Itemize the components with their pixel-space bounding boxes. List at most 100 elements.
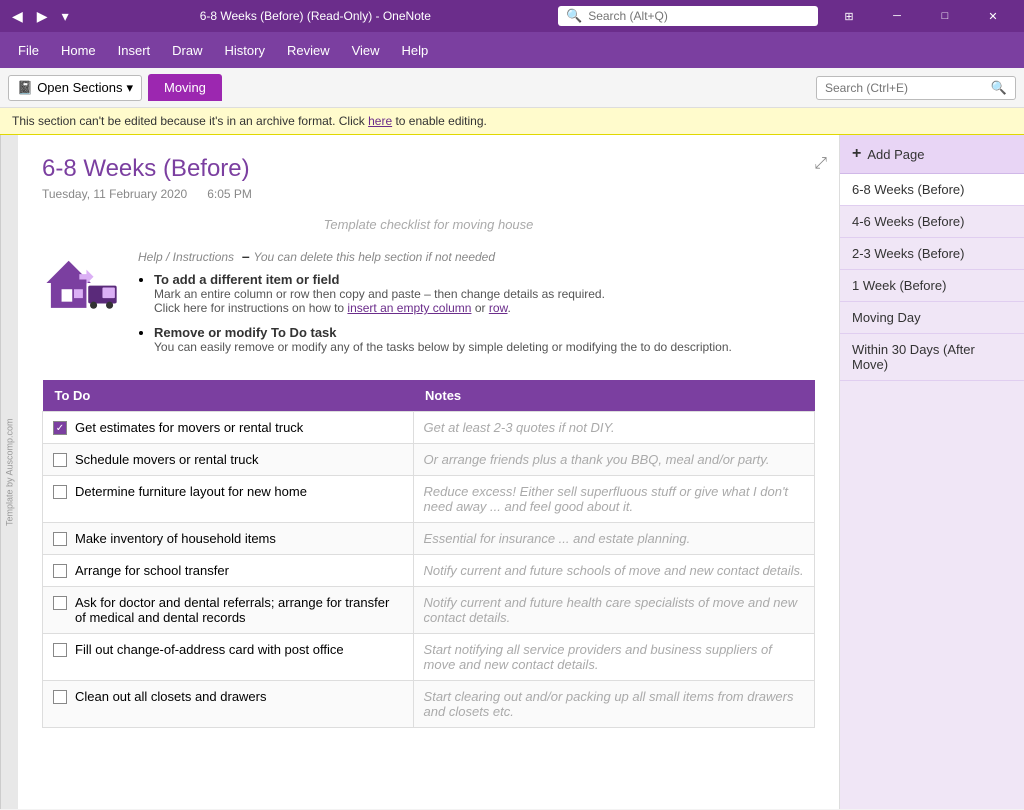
menu-view[interactable]: View	[342, 39, 390, 62]
menu-home[interactable]: Home	[51, 39, 106, 62]
task-cell-1: Schedule movers or rental truck	[43, 444, 414, 476]
task-checkbox-3[interactable]	[53, 532, 67, 546]
page-subtitle: Template checklist for moving house	[42, 217, 815, 232]
menu-file[interactable]: File	[8, 39, 49, 62]
add-page-button[interactable]: + Add Page	[840, 135, 1024, 174]
table-row: Clean out all closets and drawers Start c…	[43, 681, 815, 728]
task-text-2: Determine furniture layout for new home	[75, 484, 307, 499]
insert-column-link[interactable]: insert an empty column	[347, 301, 471, 315]
page-item-5[interactable]: Within 30 Days (After Move)	[840, 334, 1024, 381]
task-text-7: Clean out all closets and drawers	[75, 689, 267, 704]
table-body: ✓ Get estimates for movers or rental truc…	[43, 412, 815, 728]
archive-text-before: This section can't be edited because it'…	[12, 114, 368, 128]
menu-help[interactable]: Help	[392, 39, 439, 62]
open-sections-label: Open Sections	[37, 80, 122, 95]
title-bar-controls: ◀ ▶ ▾	[8, 4, 73, 29]
menu-review[interactable]: Review	[277, 39, 340, 62]
help-subtitle-text: You can delete this help section if not …	[254, 250, 496, 264]
content-area: ⤢ 6-8 Weeks (Before) Tuesday, 11 Februar…	[18, 135, 839, 809]
task-checkbox-7[interactable]	[53, 690, 67, 704]
page-item-4[interactable]: Moving Day	[840, 302, 1024, 334]
toolbar-search[interactable]: 🔍	[816, 76, 1016, 100]
menu-bar: File Home Insert Draw History Review Vie…	[0, 32, 1024, 68]
task-checkbox-0[interactable]: ✓	[53, 421, 67, 435]
search-icon: 🔍	[991, 80, 1007, 96]
help-item-1-desc: Mark an entire column or row then copy a…	[154, 287, 815, 315]
help-section: Help / Instructions – You can delete thi…	[138, 248, 815, 364]
page-item-1[interactable]: 4-6 Weeks (Before)	[840, 206, 1024, 238]
note-cell-2: Reduce excess! Either sell superfluous s…	[413, 476, 814, 523]
menu-history[interactable]: History	[215, 39, 275, 62]
table-row: Fill out change-of-address card with pos…	[43, 634, 815, 681]
task-checkbox-1[interactable]	[53, 453, 67, 467]
page-time-text: 6:05 PM	[207, 187, 252, 201]
page-date: Tuesday, 11 February 2020 6:05 PM	[42, 187, 815, 201]
table-header-row: To Do Notes	[43, 380, 815, 412]
task-checkbox-6[interactable]	[53, 643, 67, 657]
table-row: ✓ Get estimates for movers or rental truc…	[43, 412, 815, 444]
help-item-2: Remove or modify To Do task You can easi…	[154, 325, 815, 354]
help-item-2-title: Remove or modify To Do task	[154, 325, 815, 340]
search-icon: 🔍	[566, 8, 582, 24]
dropdown-icon: ▾	[126, 80, 133, 96]
task-cell-3: Make inventory of household items	[43, 523, 414, 555]
open-sections-button[interactable]: 📓 Open Sections ▾	[8, 75, 142, 101]
note-cell-6: Start notifying all service providers an…	[413, 634, 814, 681]
archive-link[interactable]: here	[368, 114, 392, 128]
task-checkbox-4[interactable]	[53, 564, 67, 578]
note-cell-7: Start clearing out and/or packing up all…	[413, 681, 814, 728]
tablet-mode-btn[interactable]: ⊞	[826, 0, 872, 32]
maximize-btn[interactable]: □	[922, 0, 968, 32]
task-text-3: Make inventory of household items	[75, 531, 276, 546]
page-item-3[interactable]: 1 Week (Before)	[840, 270, 1024, 302]
help-title-text: Help / Instructions	[138, 250, 234, 264]
page-item-0[interactable]: 6-8 Weeks (Before)	[840, 174, 1024, 206]
menu-insert[interactable]: Insert	[108, 39, 161, 62]
back-icon[interactable]: ◀	[8, 4, 27, 29]
title-search[interactable]: 🔍	[558, 6, 818, 26]
page-item-2[interactable]: 2-3 Weeks (Before)	[840, 238, 1024, 270]
task-text-0: Get estimates for movers or rental truck	[75, 420, 303, 435]
table-row: Determine furniture layout for new home R…	[43, 476, 815, 523]
todo-table: To Do Notes ✓ Get estimates for movers or…	[42, 380, 815, 728]
table-row: Schedule movers or rental truck Or arrang…	[43, 444, 815, 476]
col-notes: Notes	[413, 380, 814, 412]
archive-text-after: to enable editing.	[392, 114, 487, 128]
close-btn[interactable]: ✕	[970, 0, 1016, 32]
add-page-label: Add Page	[867, 147, 924, 162]
house-truck-icon	[42, 248, 122, 318]
help-list: To add a different item or field Mark an…	[154, 272, 815, 354]
task-text-4: Arrange for school transfer	[75, 563, 229, 578]
main-layout: Template by Auscomp.com ⤢ 6-8 Weeks (Bef…	[0, 135, 1024, 809]
insert-row-link[interactable]: row	[489, 301, 508, 315]
task-cell-5: Ask for doctor and dental referrals; arr…	[43, 587, 414, 634]
toolbar-search-input[interactable]	[825, 81, 987, 95]
task-checkbox-5[interactable]	[53, 596, 67, 610]
note-cell-1: Or arrange friends plus a thank you BBQ,…	[413, 444, 814, 476]
help-title: Help / Instructions – You can delete thi…	[138, 248, 815, 264]
expand-button[interactable]: ⤢	[814, 155, 827, 173]
watermark: Template by Auscomp.com	[0, 135, 18, 809]
forward-icon[interactable]: ▶	[33, 4, 52, 29]
right-panel: + Add Page 6-8 Weeks (Before)4-6 Weeks (…	[839, 135, 1024, 809]
minimize-btn[interactable]: ─	[874, 0, 920, 32]
help-item-1: To add a different item or field Mark an…	[154, 272, 815, 315]
note-cell-4: Notify current and future schools of mov…	[413, 555, 814, 587]
page-list: 6-8 Weeks (Before)4-6 Weeks (Before)2-3 …	[840, 174, 1024, 809]
section-tab-moving[interactable]: Moving	[148, 74, 222, 101]
more-icon[interactable]: ▾	[58, 4, 73, 29]
task-text-1: Schedule movers or rental truck	[75, 452, 259, 467]
house-icon-area: Help / Instructions – You can delete thi…	[42, 248, 815, 364]
task-text-6: Fill out change-of-address card with pos…	[75, 642, 344, 657]
plus-icon: +	[852, 145, 861, 163]
task-cell-6: Fill out change-of-address card with pos…	[43, 634, 414, 681]
archive-notice: This section can't be edited because it'…	[0, 108, 1024, 135]
task-cell-7: Clean out all closets and drawers	[43, 681, 414, 728]
notebook-icon: 📓	[17, 80, 33, 96]
table-row: Arrange for school transfer Notify curren…	[43, 555, 815, 587]
note-cell-0: Get at least 2-3 quotes if not DIY.	[413, 412, 814, 444]
title-search-input[interactable]	[588, 9, 810, 23]
menu-draw[interactable]: Draw	[162, 39, 212, 62]
task-cell-2: Determine furniture layout for new home	[43, 476, 414, 523]
task-checkbox-2[interactable]	[53, 485, 67, 499]
